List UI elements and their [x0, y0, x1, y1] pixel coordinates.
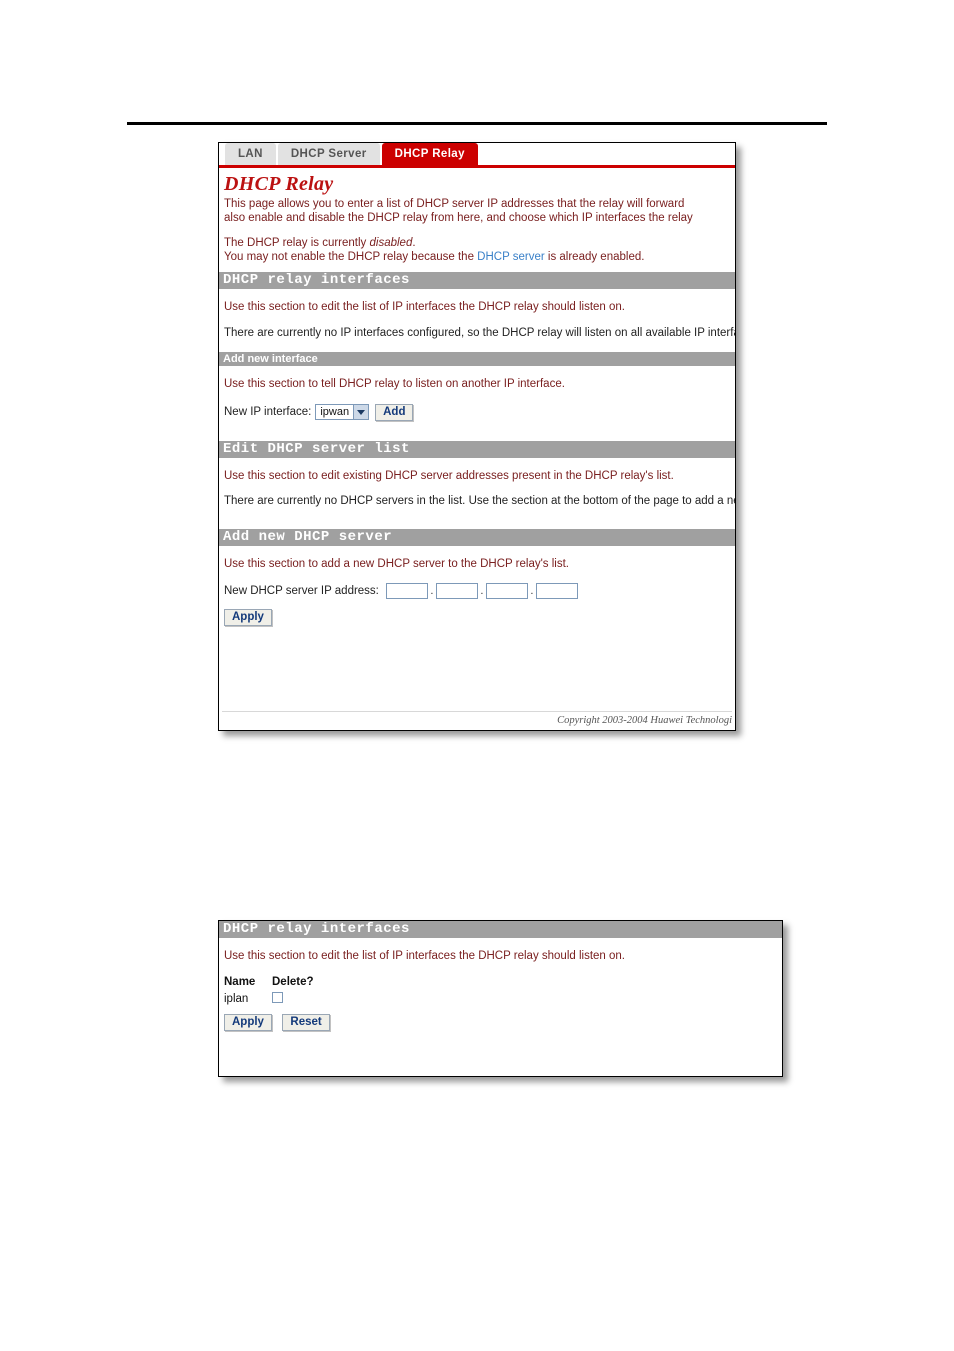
section-header-relay-interfaces: DHCP relay interfaces [219, 272, 735, 289]
tab-dhcp-relay[interactable]: DHCP Relay [381, 143, 478, 165]
tab-lan[interactable]: LAN [225, 143, 276, 165]
interfaces-table: Name Delete? iplan [224, 976, 782, 1006]
new-ip-interface-row: New IP interface: ipwan Add [224, 403, 735, 421]
intro-line-1: This page allows you to enter a list of … [224, 198, 685, 210]
intro-line-2: also enable and disable the DHCP relay f… [224, 211, 693, 224]
apply-row: Apply [224, 607, 735, 626]
new-dhcp-server-ip-row: New DHCP server IP address: ... [224, 583, 735, 599]
ip-separator-3: . [530, 585, 534, 597]
dhcp-server-link[interactable]: DHCP server [477, 251, 545, 263]
delete-checkbox[interactable] [272, 991, 283, 1003]
footer: Copyright 2003-2004 Huawei Technologi [219, 711, 735, 726]
relay-interfaces-description-2: Use this section to edit the list of IP … [224, 950, 626, 962]
relay-interfaces-description: Use this section to edit the list of IP … [224, 301, 626, 313]
page-header-rule [127, 122, 827, 125]
relay-interfaces-note: There are currently no IP interfaces con… [224, 326, 736, 339]
interfaces-actions-row: Apply Reset [224, 1012, 782, 1031]
section-header-add-new-server: Add new DHCP server [219, 528, 735, 546]
new-ip-interface-selected-value: ipwan [320, 406, 350, 418]
section-header-add-new-interface: Add new interface [219, 352, 735, 366]
tab-dhcp-server[interactable]: DHCP Server [277, 143, 380, 165]
relay-warning-line: You may not enable the DHCP relay becaus… [224, 251, 735, 265]
edit-server-list-note: There are currently no DHCP servers in t… [224, 495, 736, 507]
new-dhcp-server-ip-label: New DHCP server IP address: [224, 585, 379, 597]
tab-bar: LAN DHCP Server DHCP Relay [219, 143, 735, 165]
add-new-interface-description: Use this section to tell DHCP relay to l… [224, 378, 565, 390]
ip-octet-4-input[interactable] [535, 583, 578, 599]
dhcp-relay-interfaces-panel: DHCP relay interfaces Use this section t… [218, 920, 783, 1077]
table-row: iplan [224, 991, 782, 1006]
column-header-name: Name [224, 975, 256, 988]
relay-status-suffix: . [412, 237, 416, 249]
add-new-server-description: Use this section to add a new DHCP serve… [224, 557, 569, 570]
page-title: DHCP Relay [224, 173, 334, 195]
ip-separator-1: . [430, 585, 434, 597]
new-ip-interface-select[interactable]: ipwan [315, 404, 370, 420]
edit-server-list-description: Use this section to edit existing DHCP s… [224, 469, 674, 482]
column-header-delete: Delete? [272, 975, 314, 988]
apply-button[interactable]: Apply [224, 609, 272, 626]
footer-divider [222, 711, 732, 712]
ip-octet-3-input[interactable] [485, 583, 528, 599]
ip-octet-2-input[interactable] [435, 583, 478, 599]
relay-warning-prefix: You may not enable the DHCP relay becaus… [224, 250, 478, 263]
interfaces-table-header-row: Name Delete? [224, 976, 782, 988]
relay-status-prefix: The DHCP relay is currently [224, 237, 370, 249]
reset-button[interactable]: Reset [282, 1013, 330, 1031]
ip-separator-2: . [480, 585, 484, 597]
relay-warning-suffix: is already enabled. [544, 250, 645, 263]
section-header-edit-server-list: Edit DHCP server list [219, 440, 735, 458]
new-ip-interface-label: New IP interface: [224, 406, 312, 418]
copyright-text: Copyright 2003-2004 Huawei Technologi [557, 715, 732, 726]
relay-status-value: disabled [369, 237, 413, 249]
ip-octet-1-input[interactable] [385, 583, 428, 599]
dhcp-relay-screenshot-panel: LAN DHCP Server DHCP Relay DHCP Relay This… [218, 142, 736, 731]
interface-name-cell: iplan [224, 992, 249, 1005]
section-header-relay-interfaces-2: DHCP relay interfaces [219, 921, 782, 938]
delete-cell [272, 991, 332, 1006]
relay-status-line: The DHCP relay is currently disabled. [224, 237, 735, 251]
add-interface-button[interactable]: Add [375, 403, 414, 421]
apply-button-2[interactable]: Apply [224, 1013, 272, 1031]
chevron-down-icon [353, 405, 369, 419]
